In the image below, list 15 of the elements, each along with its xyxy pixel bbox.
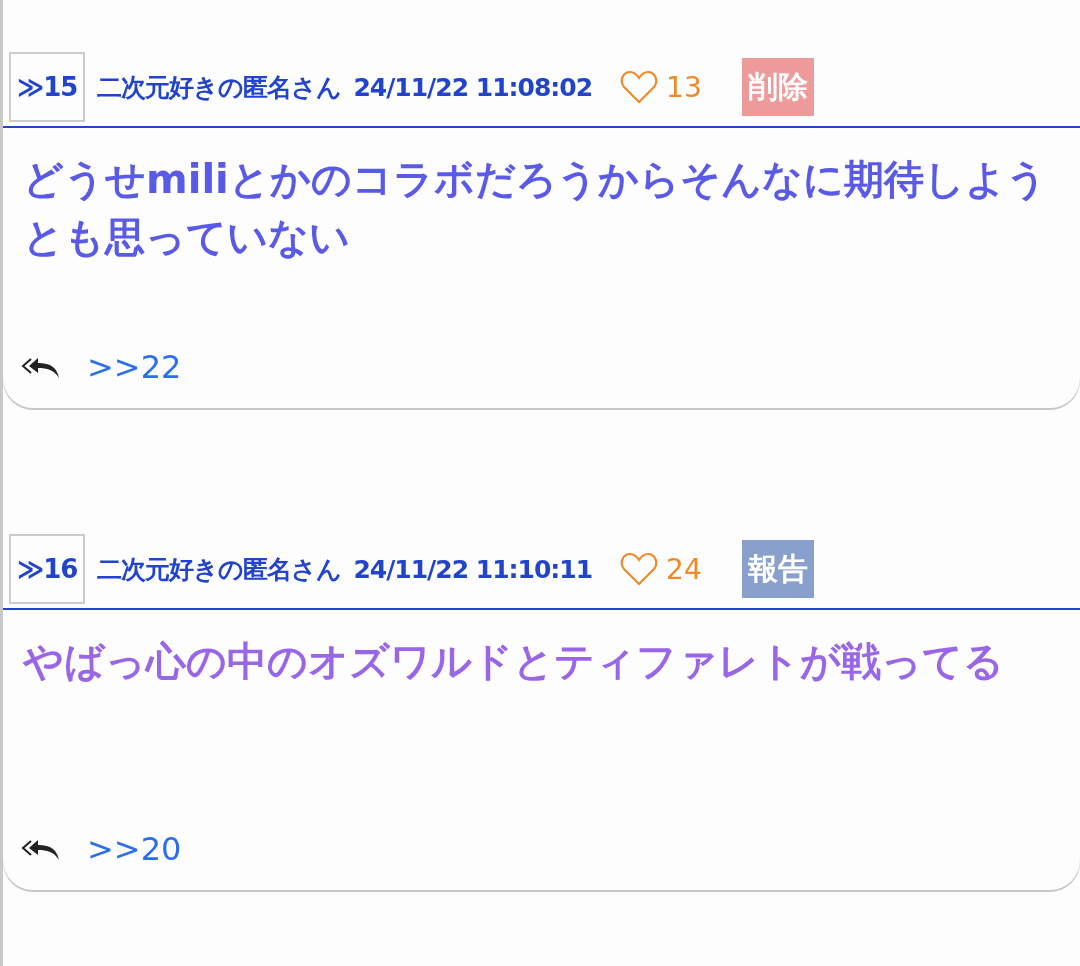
- author-name: 二次元好きの匿名さん: [97, 71, 342, 104]
- reply-link[interactable]: >>20: [87, 830, 182, 868]
- author-name: 二次元好きの匿名さん: [97, 553, 342, 586]
- post-body: やばっ心の中のオズワルドとティファレトが戦ってる: [21, 637, 1005, 686]
- post-number[interactable]: ≫16: [9, 534, 86, 604]
- reply-link[interactable]: >>22: [87, 348, 182, 386]
- reply-all-icon[interactable]: [21, 837, 61, 861]
- like-count: 24: [666, 552, 702, 586]
- post-date: 24/11/22 11:10:11: [353, 554, 593, 584]
- post-number[interactable]: ≫15: [9, 52, 86, 122]
- like-count: 13: [666, 70, 702, 104]
- post-date: 24/11/22 11:08:02: [353, 72, 593, 102]
- post-body: どうせmiliとかのコラボだろうからそんなに期待しようとも思っていない: [22, 155, 1048, 262]
- reply-all-icon[interactable]: [21, 355, 61, 379]
- report-button[interactable]: 報告: [742, 540, 815, 598]
